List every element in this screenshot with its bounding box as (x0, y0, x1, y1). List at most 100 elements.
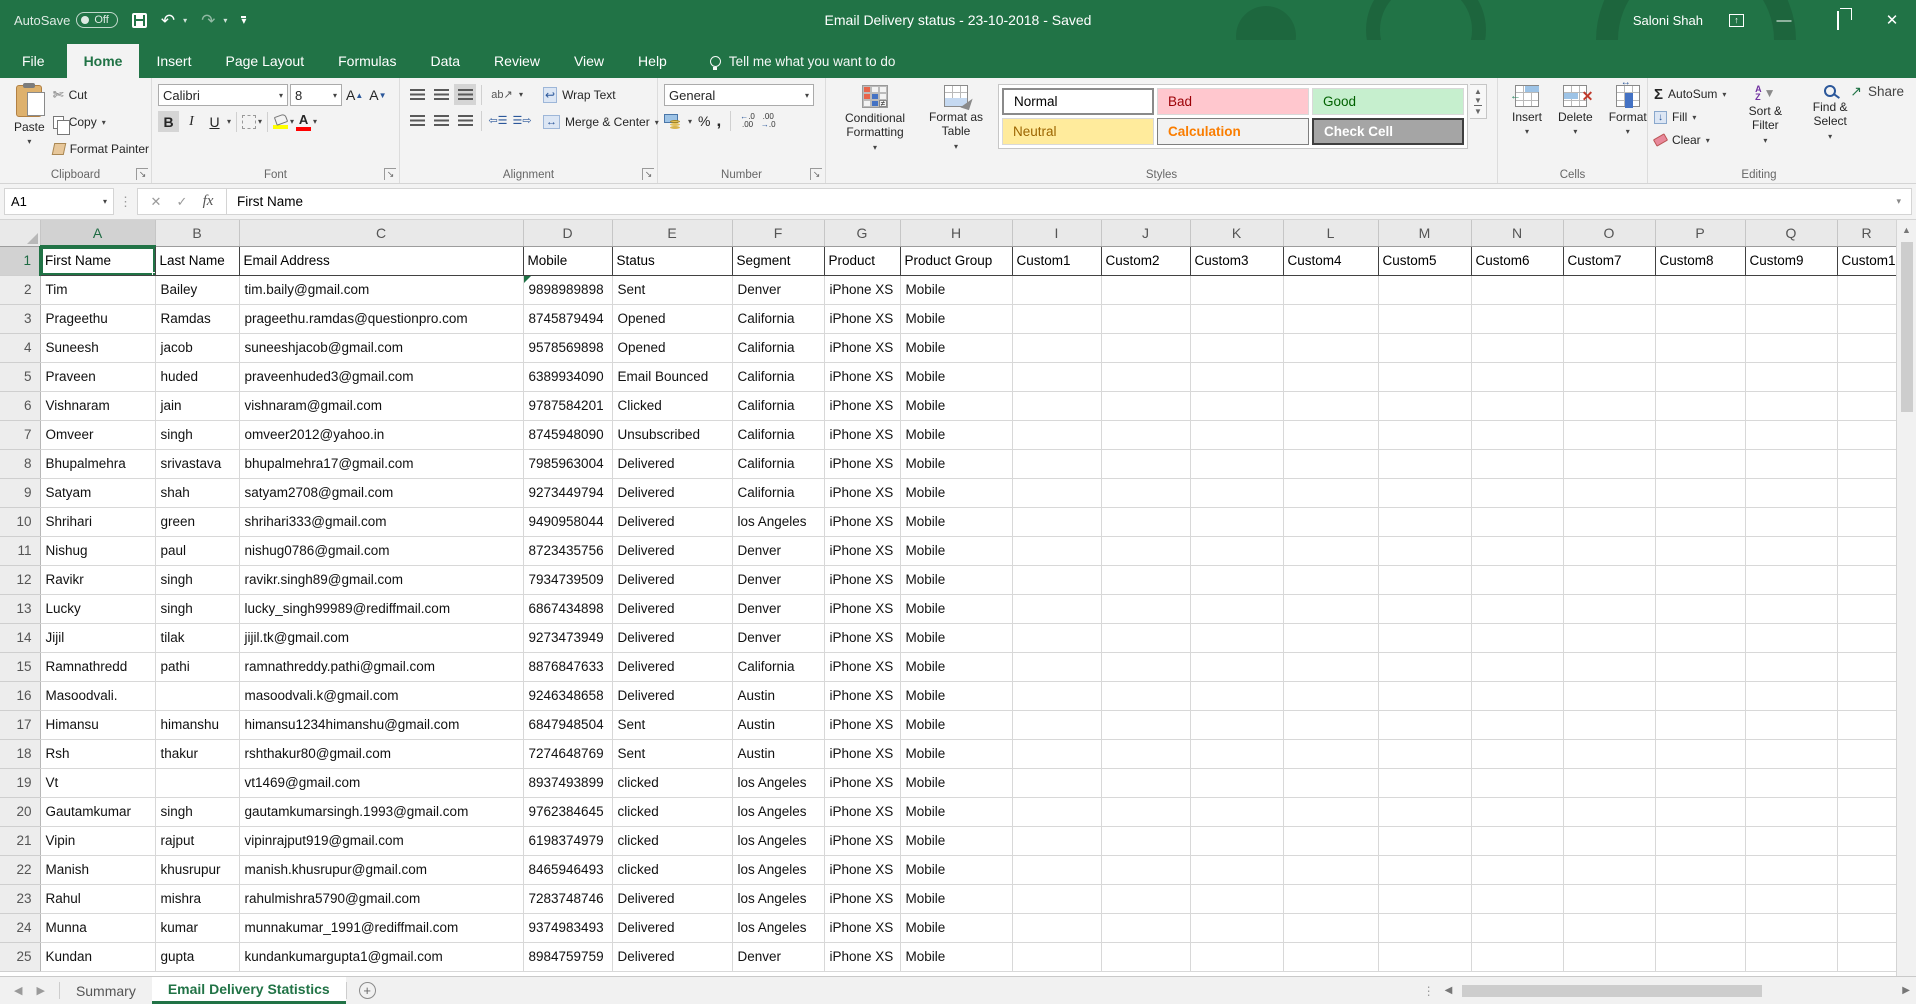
cell-M1[interactable]: Custom5 (1378, 246, 1471, 275)
cell-B2[interactable]: Bailey (155, 275, 239, 304)
cell-E12[interactable]: Delivered (612, 565, 732, 594)
cell-R8[interactable] (1837, 449, 1896, 478)
cell-E11[interactable]: Delivered (612, 536, 732, 565)
cell-K13[interactable] (1190, 594, 1283, 623)
italic-button[interactable]: I (181, 111, 202, 132)
cell-G6[interactable]: iPhone XS (824, 391, 900, 420)
cell-L16[interactable] (1283, 681, 1378, 710)
cell-K20[interactable] (1190, 797, 1283, 826)
cell-K2[interactable] (1190, 275, 1283, 304)
cell-N19[interactable] (1471, 768, 1563, 797)
cell-F23[interactable]: los Angeles (732, 884, 824, 913)
cell-A23[interactable]: Rahul (40, 884, 155, 913)
cell-L18[interactable] (1283, 739, 1378, 768)
cell-G13[interactable]: iPhone XS (824, 594, 900, 623)
cell-F16[interactable]: Austin (732, 681, 824, 710)
center-button[interactable] (430, 110, 452, 131)
cell-C24[interactable]: munnakumar_1991@rediffmail.com (239, 913, 523, 942)
autosum-button[interactable]: Σ AutoSum ▾ (1654, 84, 1726, 104)
copy-caret-icon[interactable]: ▾ (102, 118, 106, 127)
cell-B22[interactable]: khusrupur (155, 855, 239, 884)
cell-I20[interactable] (1012, 797, 1101, 826)
column-header-Q[interactable]: Q (1745, 220, 1837, 246)
cell-G11[interactable]: iPhone XS (824, 536, 900, 565)
row-header-22[interactable]: 22 (0, 855, 40, 884)
gallery-up-icon[interactable]: ▲ (1474, 87, 1482, 96)
cell-style-bad[interactable]: Bad (1157, 88, 1309, 115)
cell-R13[interactable] (1837, 594, 1896, 623)
cell-D15[interactable]: 8876847633 (523, 652, 612, 681)
save-icon[interactable] (132, 13, 147, 28)
cell-A18[interactable]: Rsh (40, 739, 155, 768)
cell-M10[interactable] (1378, 507, 1471, 536)
percent-style-button[interactable]: % (698, 113, 710, 129)
cell-L3[interactable] (1283, 304, 1378, 333)
orientation-caret-icon[interactable]: ▾ (519, 90, 523, 99)
cell-E17[interactable]: Sent (612, 710, 732, 739)
underline-caret-icon[interactable]: ▾ (227, 117, 231, 126)
vertical-scrollbar[interactable]: ▲ (1896, 220, 1916, 976)
cell-G20[interactable]: iPhone XS (824, 797, 900, 826)
column-header-C[interactable]: C (239, 220, 523, 246)
cell-F11[interactable]: Denver (732, 536, 824, 565)
cell-J20[interactable] (1101, 797, 1190, 826)
cell-N22[interactable] (1471, 855, 1563, 884)
name-box-caret-icon[interactable]: ▾ (103, 197, 107, 206)
cell-J13[interactable] (1101, 594, 1190, 623)
cell-Q24[interactable] (1745, 913, 1837, 942)
cell-N24[interactable] (1471, 913, 1563, 942)
cell-N18[interactable] (1471, 739, 1563, 768)
column-header-J[interactable]: J (1101, 220, 1190, 246)
top-align-button[interactable] (406, 84, 428, 105)
cell-J5[interactable] (1101, 362, 1190, 391)
cell-J22[interactable] (1101, 855, 1190, 884)
cell-R20[interactable] (1837, 797, 1896, 826)
cell-D23[interactable]: 7283748746 (523, 884, 612, 913)
cell-O13[interactable] (1563, 594, 1655, 623)
cell-H25[interactable]: Mobile (900, 942, 1012, 971)
cell-I13[interactable] (1012, 594, 1101, 623)
cell-style-neutral[interactable]: Neutral (1002, 118, 1154, 145)
cell-G17[interactable]: iPhone XS (824, 710, 900, 739)
bold-button[interactable]: B (158, 111, 179, 132)
cell-E10[interactable]: Delivered (612, 507, 732, 536)
cell-R4[interactable] (1837, 333, 1896, 362)
cell-J7[interactable] (1101, 420, 1190, 449)
font-name-caret-icon[interactable]: ▾ (279, 91, 283, 100)
scrollbar-grip-icon[interactable]: ⋮ (1423, 984, 1435, 998)
row-header-21[interactable]: 21 (0, 826, 40, 855)
cell-B4[interactable]: jacob (155, 333, 239, 362)
column-header-A[interactable]: A (40, 220, 155, 246)
cell-B10[interactable]: green (155, 507, 239, 536)
cell-N16[interactable] (1471, 681, 1563, 710)
cell-D4[interactable]: 9578569898 (523, 333, 612, 362)
cell-J15[interactable] (1101, 652, 1190, 681)
cell-D25[interactable]: 8984759759 (523, 942, 612, 971)
cell-D16[interactable]: 9246348658 (523, 681, 612, 710)
paste-caret-icon[interactable]: ▾ (27, 137, 31, 146)
cell-A24[interactable]: Munna (40, 913, 155, 942)
accounting-caret-icon[interactable]: ▾ (688, 117, 692, 126)
row-header-23[interactable]: 23 (0, 884, 40, 913)
cell-H12[interactable]: Mobile (900, 565, 1012, 594)
accounting-format-icon[interactable] (664, 114, 682, 128)
cell-C13[interactable]: lucky_singh99989@rediffmail.com (239, 594, 523, 623)
cell-C14[interactable]: jijil.tk@gmail.com (239, 623, 523, 652)
cell-M18[interactable] (1378, 739, 1471, 768)
column-header-P[interactable]: P (1655, 220, 1745, 246)
ribbon-tab-help[interactable]: Help (621, 44, 684, 78)
cell-N17[interactable] (1471, 710, 1563, 739)
column-header-D[interactable]: D (523, 220, 612, 246)
cell-F15[interactable]: California (732, 652, 824, 681)
cell-M21[interactable] (1378, 826, 1471, 855)
cell-K12[interactable] (1190, 565, 1283, 594)
cell-H4[interactable]: Mobile (900, 333, 1012, 362)
cell-C16[interactable]: masoodvali.k@gmail.com (239, 681, 523, 710)
cell-O22[interactable] (1563, 855, 1655, 884)
fill-color-caret-icon[interactable]: ▾ (290, 117, 294, 126)
borders-caret-icon[interactable]: ▾ (258, 117, 262, 126)
cell-R15[interactable] (1837, 652, 1896, 681)
row-header-3[interactable]: 3 (0, 304, 40, 333)
font-color-button[interactable]: A (296, 113, 311, 131)
ribbon-tab-home[interactable]: Home (67, 44, 140, 78)
